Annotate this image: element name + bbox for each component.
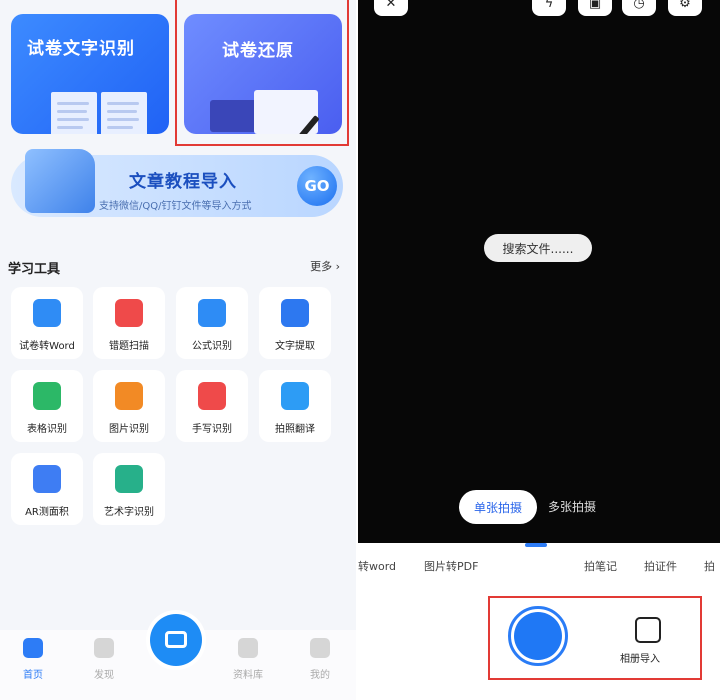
open-book-icon <box>51 92 147 134</box>
tool-word-convert[interactable]: 试卷转Word <box>11 287 83 359</box>
banner-subtitle: 支持微信/QQ/钉钉文件等导入方式 <box>99 201 252 212</box>
library-icon <box>238 638 258 658</box>
tool-label: 图片识别 <box>109 424 149 435</box>
tool-label: 艺术字识别 <box>104 507 154 518</box>
nav-mine-label: 我的 <box>310 670 330 681</box>
word-convert-icon <box>33 299 61 327</box>
exam-ocr-title: 试卷文字识别 <box>27 39 135 59</box>
discover-icon <box>94 638 114 658</box>
nav-home[interactable]: 首页 <box>13 638 53 681</box>
tool-label: 公式识别 <box>192 341 232 352</box>
tab-to-word[interactable]: 转word <box>358 558 396 574</box>
nav-library[interactable]: 资料库 <box>228 638 268 681</box>
tab-notes[interactable]: 拍笔记 <box>584 558 617 574</box>
album-import-label[interactable]: 相册导入 <box>620 650 660 665</box>
tool-label: 拍照翻译 <box>275 424 315 435</box>
go-button[interactable]: GO <box>297 166 337 206</box>
ar-measure-icon <box>33 465 61 493</box>
tool-photo-translate[interactable]: 拍照翻译 <box>259 370 331 442</box>
highlight-frame-restore <box>175 0 349 146</box>
art-text-ocr-icon <box>115 465 143 493</box>
tool-text-extract[interactable]: 文字提取 <box>259 287 331 359</box>
album-icon[interactable] <box>635 617 661 643</box>
banner-title: 文章教程导入 <box>129 172 237 192</box>
camera-icon <box>165 631 187 648</box>
image-ocr-icon <box>115 382 143 410</box>
handwriting-ocr-icon <box>198 382 226 410</box>
photo-translate-icon <box>281 382 309 410</box>
tool-ar-measure[interactable]: AR测面积 <box>11 453 83 525</box>
tools-section-title: 学习工具 <box>8 262 61 277</box>
active-tab-indicator <box>525 543 547 547</box>
close-icon[interactable]: ✕ <box>374 0 408 16</box>
multi-shot-mode[interactable]: 多张拍摄 <box>548 498 596 515</box>
camera-viewfinder: ✕ ϟ ▣ ◷ ⚙ 搜索文件...... 单张拍摄 多张拍摄 <box>358 0 720 543</box>
table-ocr-icon <box>33 382 61 410</box>
camera-screen: ✕ ϟ ▣ ◷ ⚙ 搜索文件...... 单张拍摄 多张拍摄 转word 图片转… <box>358 0 720 700</box>
tool-label: 手写识别 <box>192 424 232 435</box>
shutter-inner <box>514 612 562 660</box>
tool-table-ocr[interactable]: 表格识别 <box>11 370 83 442</box>
tool-label: AR测面积 <box>25 507 69 518</box>
folder-icon <box>25 149 95 213</box>
hd-icon[interactable]: ▣ <box>578 0 612 16</box>
article-import-banner[interactable]: 文章教程导入 支持微信/QQ/钉钉文件等导入方式 GO <box>11 149 343 217</box>
exam-ocr-card[interactable]: 试卷文字识别 <box>11 14 169 134</box>
tool-label: 文字提取 <box>275 341 315 352</box>
tool-label: 错题扫描 <box>109 341 149 352</box>
tool-image-ocr[interactable]: 图片识别 <box>93 370 165 442</box>
settings-icon[interactable]: ⚙ <box>668 0 702 16</box>
tab-image-to-pdf[interactable]: 图片转PDF <box>424 558 478 574</box>
nav-mine[interactable]: 我的 <box>300 638 340 681</box>
tab-id-card[interactable]: 拍证件 <box>644 558 677 574</box>
nav-discover-label: 发现 <box>94 670 114 681</box>
tool-error-scan[interactable]: 错题扫描 <box>93 287 165 359</box>
home-icon <box>23 638 43 658</box>
tool-art-text-ocr[interactable]: 艺术字识别 <box>93 453 165 525</box>
nav-discover[interactable]: 发现 <box>84 638 124 681</box>
single-shot-mode[interactable]: 单张拍摄 <box>459 490 537 524</box>
error-scan-icon <box>115 299 143 327</box>
profile-icon <box>310 638 330 658</box>
formula-ocr-icon <box>198 299 226 327</box>
shutter-button[interactable] <box>508 606 568 666</box>
nav-home-label: 首页 <box>23 670 43 681</box>
tool-label: 表格识别 <box>27 424 67 435</box>
text-extract-icon <box>281 299 309 327</box>
nav-library-label: 资料库 <box>233 670 263 681</box>
home-screen: 试卷文字识别 试卷还原 文章教程导入 支持微信/QQ/钉钉文件等导入方式 GO … <box>0 0 356 700</box>
app-root: 试卷文字识别 试卷还原 文章教程导入 支持微信/QQ/钉钉文件等导入方式 GO … <box>0 0 720 700</box>
tab-more-partial[interactable]: 拍 <box>704 558 715 574</box>
tool-label: 试卷转Word <box>19 341 75 352</box>
search-files-bubble[interactable]: 搜索文件...... <box>484 234 592 262</box>
tool-formula-ocr[interactable]: 公式识别 <box>176 287 248 359</box>
tool-handwriting-ocr[interactable]: 手写识别 <box>176 370 248 442</box>
timer-icon[interactable]: ◷ <box>622 0 656 16</box>
more-tools-link[interactable]: 更多 › <box>310 258 340 274</box>
nav-camera-button[interactable] <box>150 614 202 666</box>
flash-off-icon[interactable]: ϟ <box>532 0 566 16</box>
